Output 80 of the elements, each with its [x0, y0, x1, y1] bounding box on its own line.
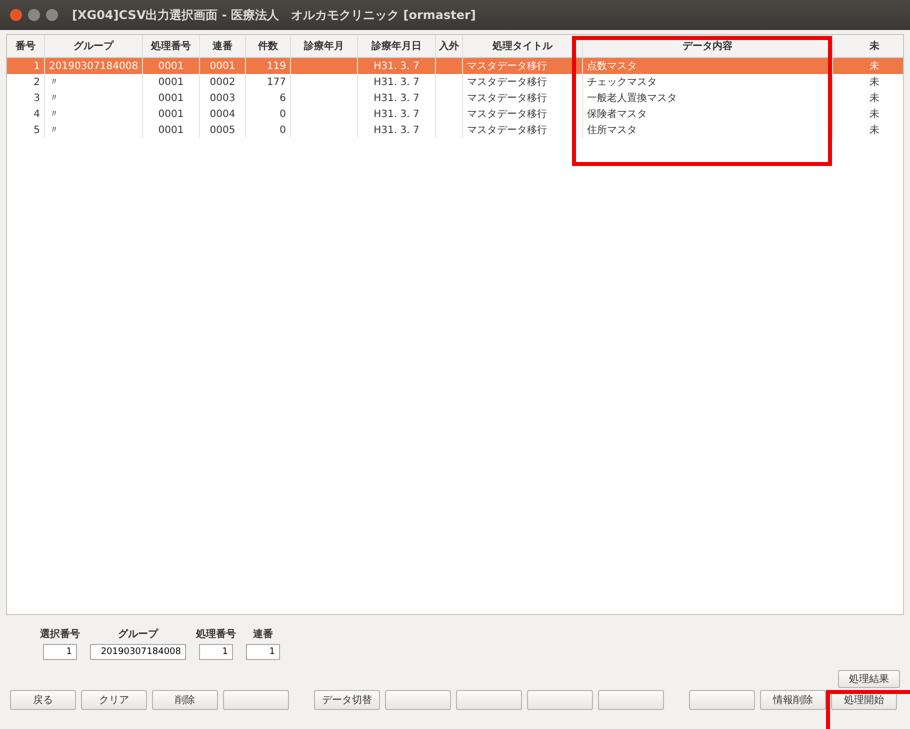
table-cell-text: 未 [870, 124, 880, 137]
table-cell-text: マスタデータ移行 [467, 76, 547, 89]
field-label: 選択番号 [40, 628, 80, 641]
table-cell: 0002 [210, 76, 236, 88]
table-cell: H31. 3. 7 [374, 124, 420, 136]
blank-button[interactable] [385, 690, 451, 710]
field-label: グループ [118, 627, 158, 641]
column-header[interactable]: 処理タイトル [463, 35, 583, 57]
column-header[interactable]: 処理番号 [143, 35, 200, 57]
table-cell: 3 [34, 92, 40, 104]
blank-button[interactable] [223, 690, 289, 710]
table-cell: 0001 [158, 92, 184, 104]
action-button[interactable]: クリア [81, 690, 147, 710]
table-cell-text: 未 [870, 108, 880, 121]
input-field[interactable]: 1 [246, 644, 280, 660]
table-cell-text: 住所マスタ [587, 124, 637, 137]
input-field[interactable]: 20190307184008 [90, 644, 186, 660]
field-label: 連番 [253, 628, 273, 641]
table-cell: 6 [280, 92, 286, 104]
table-cell: 0001 [210, 60, 236, 72]
table-cell: 0 [280, 108, 286, 120]
table-cell-text: 〃 [49, 76, 59, 89]
action-button[interactable]: 削除 [152, 690, 218, 710]
blank-button[interactable] [527, 690, 593, 710]
table-cell: 0001 [158, 108, 184, 120]
column-header[interactable]: 連番 [200, 35, 246, 57]
table-cell-text: マスタデータ移行 [467, 124, 547, 137]
close-icon[interactable] [10, 9, 22, 21]
table-cell-text: 保険者マスタ [587, 108, 647, 121]
table-cell-text: 〃 [49, 108, 59, 121]
column-header[interactable]: 件数 [246, 35, 291, 57]
table-cell: 5 [34, 124, 40, 136]
table-cell-text: マスタデータ移行 [467, 92, 547, 105]
table-cell: 1 [34, 60, 40, 72]
table-cell: H31. 3. 7 [374, 108, 420, 120]
field-label: 処理番号 [196, 628, 236, 641]
action-button[interactable]: 情報削除 [760, 690, 826, 710]
table-cell-text: 〃 [49, 124, 59, 137]
table-cell: 4 [34, 108, 40, 120]
minimize-icon[interactable] [28, 9, 40, 21]
table-cell: 2 [34, 76, 40, 88]
column-header[interactable]: データ内容 [583, 35, 833, 57]
table-cell: 0001 [158, 76, 184, 88]
blank-button[interactable] [598, 690, 664, 710]
table-cell: 0003 [210, 92, 236, 104]
table-cell: 119 [266, 60, 286, 72]
table-cell: 0001 [158, 124, 184, 136]
table-cell-text: 未 [870, 92, 880, 105]
table-cell: 0005 [210, 124, 236, 136]
table-cell: 177 [266, 76, 286, 88]
column-header[interactable]: 入外 [436, 35, 463, 57]
table-cell-text: マスタデータ移行 [467, 60, 547, 73]
table-cell-text: 〃 [49, 92, 59, 105]
column-header[interactable]: 番号 [7, 35, 45, 57]
table-cell: 20190307184008 [49, 60, 138, 72]
table-cell: H31. 3. 7 [374, 76, 420, 88]
column-header[interactable]: グループ [45, 35, 143, 57]
action-button[interactable]: 戻る [10, 690, 76, 710]
table-cell: H31. 3. 7 [374, 92, 420, 104]
column-header[interactable]: 診療年月日 [358, 35, 436, 57]
blank-button[interactable] [689, 690, 755, 710]
table-cell: 0 [280, 124, 286, 136]
table-cell: 0004 [210, 108, 236, 120]
column-header[interactable]: 未 [833, 35, 910, 57]
action-button[interactable]: データ切替 [314, 690, 380, 710]
table-cell-text: 点数マスタ [587, 60, 637, 73]
blank-button[interactable] [456, 690, 522, 710]
input-field[interactable]: 1 [43, 644, 77, 660]
window-title: [XG04]CSV出力選択画面 - 医療法人 オルカモクリニック [ormaster] [72, 6, 476, 24]
table-cell: 0001 [158, 60, 184, 72]
input-field[interactable]: 1 [199, 644, 233, 660]
table-cell-text: マスタデータ移行 [467, 108, 547, 121]
column-header[interactable]: 診療年月 [291, 35, 358, 57]
table-cell-text: チェックマスタ [587, 76, 657, 89]
table-cell-text: 未 [870, 76, 880, 89]
table-cell-text: 一般老人置換マスタ [587, 92, 677, 105]
table-cell: H31. 3. 7 [374, 60, 420, 72]
action-button[interactable]: 処理結果 [838, 670, 900, 688]
maximize-icon[interactable] [46, 9, 58, 21]
table-cell-text: 未 [870, 60, 880, 73]
